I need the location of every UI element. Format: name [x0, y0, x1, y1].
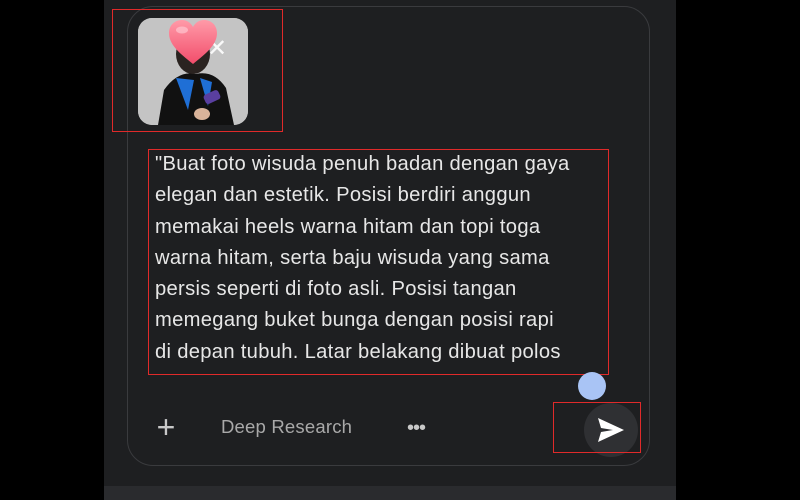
- system-nav-bar: [104, 486, 676, 500]
- touch-indicator: [578, 372, 606, 400]
- attachment-highlight-box: [112, 9, 283, 132]
- prompt-highlight-box: [148, 149, 609, 375]
- deep-research-button[interactable]: Deep Research: [221, 416, 352, 438]
- plus-icon[interactable]: +: [150, 411, 182, 444]
- send-highlight-box: [553, 402, 641, 453]
- more-horizontal-icon[interactable]: •••: [402, 414, 430, 442]
